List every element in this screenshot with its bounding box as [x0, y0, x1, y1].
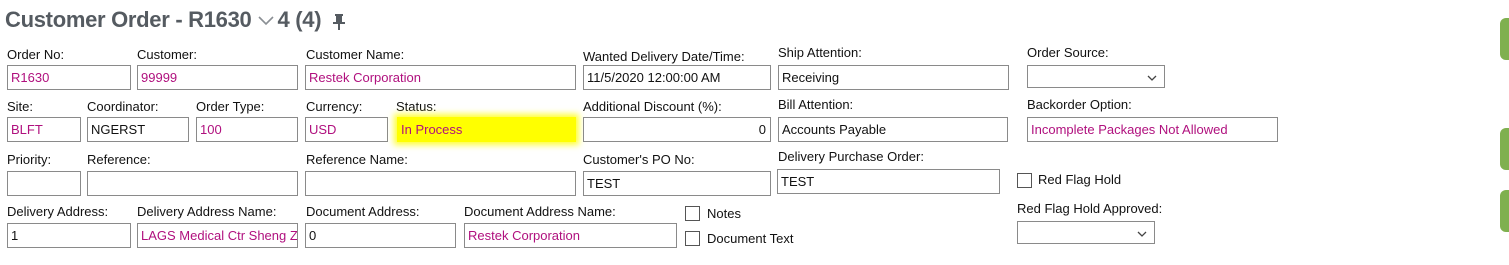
- priority-field[interactable]: [7, 171, 81, 196]
- red-flag-hold-label: Red Flag Hold: [1038, 172, 1122, 187]
- delivery-address-field[interactable]: 1: [7, 223, 131, 248]
- notes-checkbox[interactable]: [685, 206, 700, 221]
- customer-field[interactable]: 99999: [137, 65, 298, 90]
- coordinator-label: Coordinator:: [87, 99, 159, 114]
- site-label: Site:: [7, 99, 34, 114]
- document-address-field[interactable]: 0: [305, 223, 456, 248]
- edge-accent: [1500, 128, 1509, 170]
- delivery-po-field[interactable]: TEST: [777, 169, 1000, 194]
- coordinator-field[interactable]: NGERST: [87, 117, 189, 142]
- customer-po-field[interactable]: TEST: [583, 171, 771, 196]
- delivery-address-name-label: Delivery Address Name:: [137, 204, 277, 219]
- page-title-bar: Customer Order - R1630 4 (4): [5, 5, 347, 35]
- reference-name-label: Reference Name:: [306, 152, 408, 167]
- edge-accent: [1500, 190, 1509, 232]
- order-source-label: Order Source:: [1027, 45, 1109, 60]
- page-title: Customer Order - R1630: [5, 7, 252, 32]
- document-text-checkbox[interactable]: [685, 231, 700, 246]
- bill-attention-field[interactable]: Accounts Payable: [778, 117, 1008, 142]
- ship-attention-field[interactable]: Receiving: [778, 65, 1009, 90]
- delivery-address-label: Delivery Address:: [7, 204, 109, 219]
- delivery-po-label: Delivery Purchase Order:: [778, 149, 924, 164]
- document-address-label: Document Address:: [306, 204, 420, 219]
- status-field[interactable]: In Process: [397, 117, 576, 142]
- currency-label: Currency:: [306, 99, 363, 114]
- additional-discount-label: Additional Discount (%):: [583, 99, 722, 114]
- chevron-down-icon: [1146, 71, 1158, 83]
- chevron-down-icon[interactable]: [256, 10, 276, 30]
- order-source-select[interactable]: [1027, 65, 1165, 88]
- red-flag-hold-approved-select[interactable]: [1017, 221, 1155, 244]
- delivery-address-name-field[interactable]: LAGS Medical Ctr Sheng Z: [137, 223, 298, 248]
- red-flag-hold-checkbox[interactable]: [1017, 173, 1032, 188]
- reference-label: Reference:: [87, 152, 151, 167]
- reference-field[interactable]: [87, 171, 298, 196]
- order-type-label: Order Type:: [196, 99, 265, 114]
- order-no-field[interactable]: R1630: [7, 65, 131, 90]
- ship-attention-label: Ship Attention:: [778, 45, 862, 60]
- backorder-option-label: Backorder Option:: [1027, 97, 1132, 112]
- wanted-delivery-label: Wanted Delivery Date/Time:: [583, 49, 745, 64]
- bill-attention-label: Bill Attention:: [778, 97, 854, 112]
- reference-name-field[interactable]: [305, 171, 576, 196]
- site-field[interactable]: BLFT: [7, 117, 81, 142]
- backorder-option-field[interactable]: Incomplete Packages Not Allowed: [1027, 117, 1278, 142]
- record-position: 4 (4): [277, 7, 322, 32]
- customer-name-field[interactable]: Restek Corporation: [305, 65, 576, 90]
- chevron-down-icon: [1136, 227, 1148, 239]
- priority-label: Priority:: [7, 152, 52, 167]
- red-flag-hold-approved-label: Red Flag Hold Approved:: [1017, 201, 1163, 216]
- notes-label: Notes: [707, 206, 741, 221]
- additional-discount-field[interactable]: 0: [583, 117, 771, 142]
- customer-name-label: Customer Name:: [306, 47, 405, 62]
- currency-field[interactable]: USD: [305, 117, 388, 142]
- order-no-label: Order No:: [7, 47, 65, 62]
- edge-accent: [1500, 18, 1509, 60]
- status-label: Status:: [396, 99, 437, 114]
- wanted-delivery-field[interactable]: 11/5/2020 12:00:00 AM: [583, 65, 771, 90]
- document-text-label: Document Text: [707, 231, 794, 246]
- document-address-name-field[interactable]: Restek Corporation: [464, 223, 677, 248]
- order-type-field[interactable]: 100: [196, 117, 298, 142]
- document-address-name-label: Document Address Name:: [464, 204, 616, 219]
- customer-label: Customer:: [137, 47, 197, 62]
- customer-po-label: Customer's PO No:: [583, 152, 695, 167]
- pin-icon[interactable]: [331, 11, 347, 30]
